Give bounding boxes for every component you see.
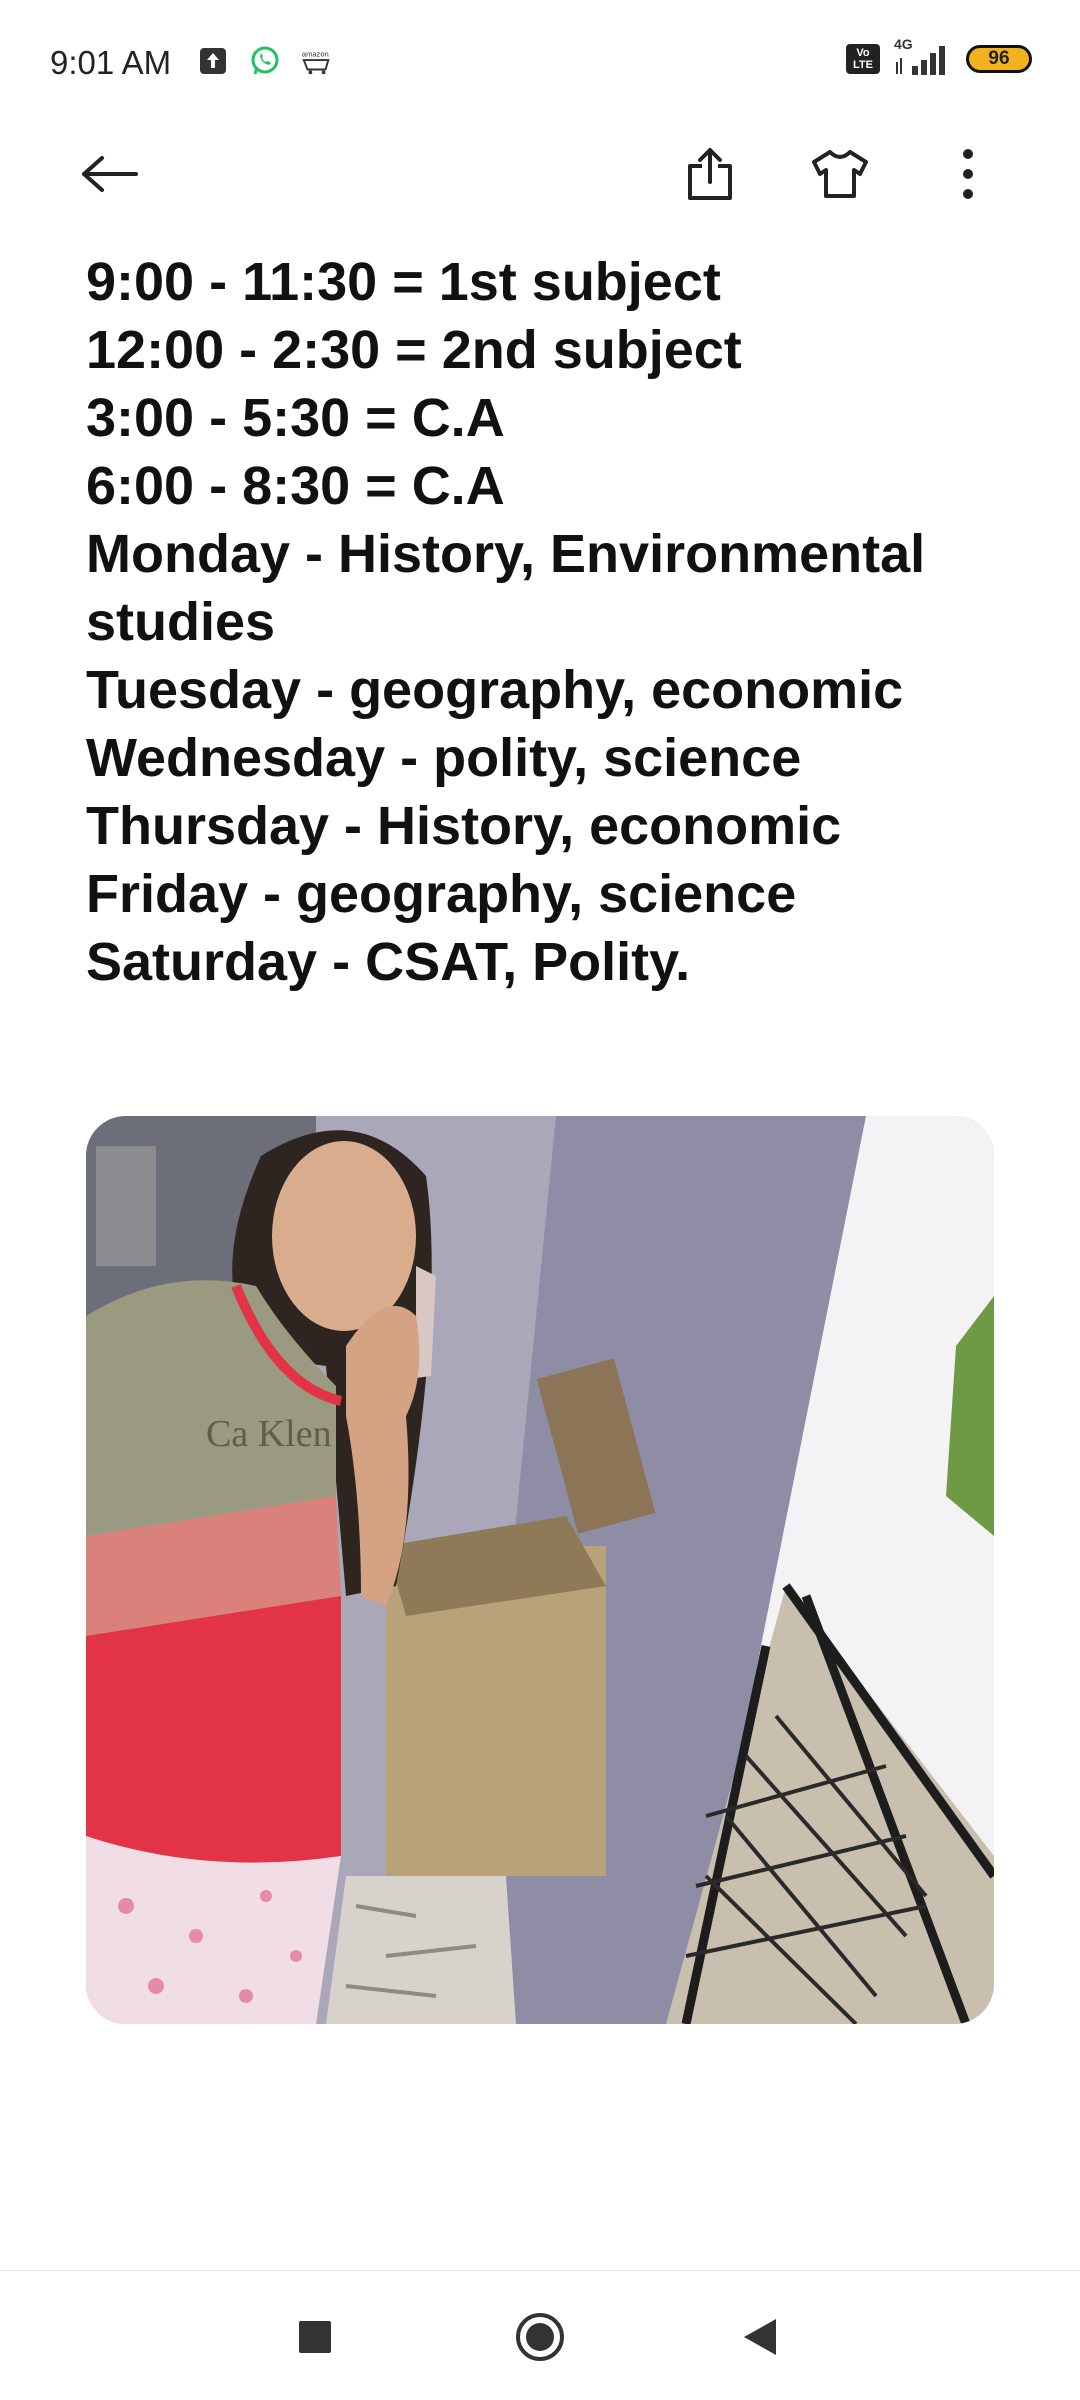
more-vert-icon[interactable] — [928, 134, 1008, 214]
note-toolbar — [0, 124, 1080, 224]
note-line: Monday - History, Environmental — [86, 524, 926, 584]
signal-icon: 4G — [894, 36, 952, 76]
note-content[interactable]: 9:00 - 11:30 = 1st subject 12:00 - 2:30 … — [86, 248, 1006, 996]
note-line: 12:00 - 2:30 = 2nd subject — [86, 320, 742, 380]
photo-illustration: Ca Klen — [86, 1116, 994, 2024]
recents-square-icon[interactable] — [285, 2307, 345, 2367]
note-line: Thursday - History, economic — [86, 796, 842, 856]
amazon-icon: amazon — [300, 44, 334, 78]
svg-text:amazon: amazon — [302, 49, 329, 58]
battery-level: 96 — [988, 48, 1010, 69]
back-triangle-icon[interactable] — [730, 2307, 790, 2367]
status-time: 9:01 AM — [50, 44, 172, 81]
note-line: studies — [86, 592, 276, 652]
volte-icon: Vo LTE — [846, 44, 880, 74]
back-arrow-icon[interactable] — [70, 134, 150, 214]
note-line: Wednesday - polity, science — [86, 728, 802, 788]
upload-notification-icon — [196, 44, 230, 78]
share-icon[interactable] — [670, 134, 750, 214]
note-line: Friday - geography, science — [86, 864, 797, 924]
system-nav-bar — [0, 2271, 1080, 2400]
notification-icons: amazon — [196, 44, 334, 78]
note-line: Saturday - CSAT, Polity. — [86, 932, 691, 992]
battery-indicator: 96 — [966, 45, 1032, 73]
note-line: 3:00 - 5:30 = C.A — [86, 388, 505, 448]
note-line: 6:00 - 8:30 = C.A — [86, 456, 505, 516]
tshirt-theme-icon[interactable] — [800, 134, 880, 214]
note-line: 9:00 - 11:30 = 1st subject — [86, 252, 721, 312]
home-circle-icon[interactable] — [510, 2307, 570, 2367]
shirt-logo-text: Ca Klen — [206, 1413, 332, 1455]
note-line: Tuesday - geography, economic — [86, 660, 904, 720]
system-status-icons: Vo LTE 4G 96 — [846, 36, 1032, 76]
status-bar: 9:01 AM amazon Vo LTE 4G 96 — [0, 0, 1080, 124]
whatsapp-icon — [248, 44, 282, 78]
photo-attachment[interactable]: Ca Klen — [86, 1116, 994, 2024]
